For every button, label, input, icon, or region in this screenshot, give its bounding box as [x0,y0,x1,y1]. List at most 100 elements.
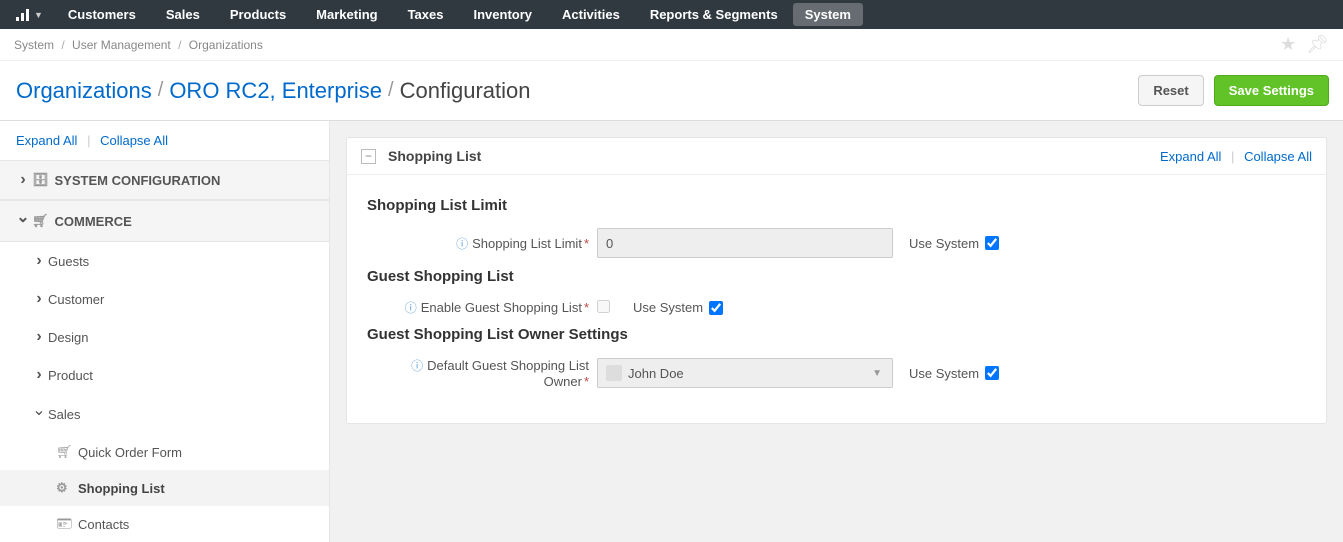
top-navbar: ▼ Customers Sales Products Marketing Tax… [0,0,1343,29]
title-org-name-link[interactable]: ORO RC2, Enterprise [169,78,382,104]
use-system-label: Use System [909,236,979,251]
tree-sub-product[interactable]: Product [0,356,329,394]
panel-body: Shopping List Limit ⓘ Shopping List Limit… [347,175,1326,423]
config-tree: 🗄︎ SYSTEM CONFIGURATION 🛒︎ COMMERCE Gues… [0,160,329,542]
chevron-right-icon [14,171,32,189]
tree-sub-customer[interactable]: Customer [0,280,329,318]
info-icon[interactable]: ⓘ [405,301,417,315]
pipe: | [87,133,90,148]
tree-group-label: COMMERCE [55,214,132,229]
breadcrumb-row: System / User Management / Organizations… [0,29,1343,61]
label-shopping-list-limit: ⓘ Shopping List Limit* [367,235,597,252]
use-system-owner[interactable]: Use System [909,366,999,381]
chevron-right-icon [30,328,48,346]
nav-sales[interactable]: Sales [151,0,215,29]
cart-icon: 🛒︎ [56,444,74,460]
row-owner: ⓘ Default Guest Shopping List Owner* John… [367,357,1306,389]
save-settings-button[interactable]: Save Settings [1214,75,1329,106]
checkbox-use-system-owner[interactable] [985,366,999,380]
pin-icon[interactable]: 📌︎ [1306,34,1329,55]
tree-group-label: SYSTEM CONFIGURATION [55,173,221,188]
tree-leaf-quick-order[interactable]: 🛒︎ Quick Order Form [0,434,329,470]
section-title-owner: Guest Shopping List Owner Settings [367,326,1306,343]
tree-sub-sales[interactable]: Sales [0,394,329,434]
cart-icon: 🛒︎ [32,213,49,229]
nav-activities[interactable]: Activities [547,0,635,29]
info-icon[interactable]: ⓘ [411,359,423,373]
top-nav: Customers Sales Products Marketing Taxes… [53,0,863,29]
gears-icon: ⚙︎ [56,480,74,496]
label-text: Default Guest Shopping List Owner [427,358,589,389]
use-system-label: Use System [633,300,703,315]
breadcrumb: System / User Management / Organizations [14,38,263,52]
checkbox-enable-guest[interactable] [597,300,610,313]
config-panel: − Shopping List Expand All | Collapse Al… [346,137,1327,424]
pipe: | [1231,149,1234,164]
tree-group-commerce[interactable]: 🛒︎ COMMERCE [0,200,329,242]
content-area: − Shopping List Expand All | Collapse Al… [330,121,1343,542]
star-icon[interactable]: ★ [1280,34,1296,55]
crumb-sep: / [61,38,64,52]
avatar-icon [606,365,622,381]
checkbox-use-system-limit[interactable] [985,236,999,250]
config-sidebar: Expand All | Collapse All 🗄︎ SYSTEM CONF… [0,121,330,542]
title-bar: Organizations / ORO RC2, Enterprise / Co… [0,61,1343,120]
section-title-limit: Shopping List Limit [367,197,1306,214]
panel-expand-all[interactable]: Expand All [1160,149,1221,164]
select-owner-value: John Doe [628,366,684,381]
tree-leaf-label: Contacts [78,517,129,532]
info-icon[interactable]: ⓘ [456,237,468,251]
label-owner: ⓘ Default Guest Shopping List Owner* [367,357,597,389]
briefcase-icon: 🗄︎ [32,172,49,188]
dashboard-menu-icon[interactable]: ▼ [10,0,53,29]
checkbox-use-system-guest[interactable] [709,301,723,315]
caret-down-icon: ▼ [872,368,882,379]
required-mark: * [584,374,589,389]
row-shopping-list-limit: ⓘ Shopping List Limit* Use System [367,228,1306,258]
page-title: Organizations / ORO RC2, Enterprise / Co… [16,78,530,104]
chevron-down-icon [14,211,32,231]
crumb-system[interactable]: System [14,38,54,52]
title-organizations-link[interactable]: Organizations [16,78,152,104]
crumb-user-mgmt[interactable]: User Management [72,38,171,52]
tree-leaf-contacts[interactable]: 🪪︎ Contacts [0,506,329,542]
tree-sub-design[interactable]: Design [0,318,329,356]
required-mark: * [584,300,589,315]
nav-system[interactable]: System [793,3,863,26]
panel-collapse-all[interactable]: Collapse All [1244,149,1312,164]
sidebar-expand-collapse: Expand All | Collapse All [0,121,329,160]
caret-down-icon: ▼ [34,10,43,20]
sidebar-expand-all[interactable]: Expand All [16,133,77,148]
use-system-limit[interactable]: Use System [909,236,999,251]
input-shopping-list-limit[interactable] [597,228,893,258]
nav-customers[interactable]: Customers [53,0,151,29]
tree-leaf-label: Quick Order Form [78,445,182,460]
sidebar-collapse-all[interactable]: Collapse All [100,133,168,148]
tree-sub-label: Sales [48,407,81,422]
required-mark: * [584,236,589,251]
tree-sub-guests[interactable]: Guests [0,242,329,280]
use-system-guest[interactable]: Use System [633,300,723,315]
title-sep: / [388,79,394,102]
title-sep: / [158,79,164,102]
tree-sub-label: Design [48,330,88,345]
nav-marketing[interactable]: Marketing [301,0,392,29]
tree-leaf-shopping-list[interactable]: ⚙︎ Shopping List [0,470,329,506]
chevron-right-icon [30,366,48,384]
nav-reports[interactable]: Reports & Segments [635,0,793,29]
nav-taxes[interactable]: Taxes [393,0,459,29]
nav-inventory[interactable]: Inventory [458,0,547,29]
crumb-sep: / [178,38,181,52]
chevron-down-icon [30,404,48,424]
chevron-right-icon [30,252,48,270]
panel-header: − Shopping List Expand All | Collapse Al… [347,138,1326,175]
title-current: Configuration [400,78,531,104]
tree-group-system-config[interactable]: 🗄︎ SYSTEM CONFIGURATION [0,160,329,200]
reset-button[interactable]: Reset [1138,75,1203,106]
select-owner[interactable]: John Doe ▼ [597,358,893,388]
crumb-organizations[interactable]: Organizations [189,38,263,52]
label-text: Shopping List Limit [472,236,582,251]
title-actions: Reset Save Settings [1138,75,1329,106]
nav-products[interactable]: Products [215,0,301,29]
collapse-toggle[interactable]: − [361,149,376,164]
